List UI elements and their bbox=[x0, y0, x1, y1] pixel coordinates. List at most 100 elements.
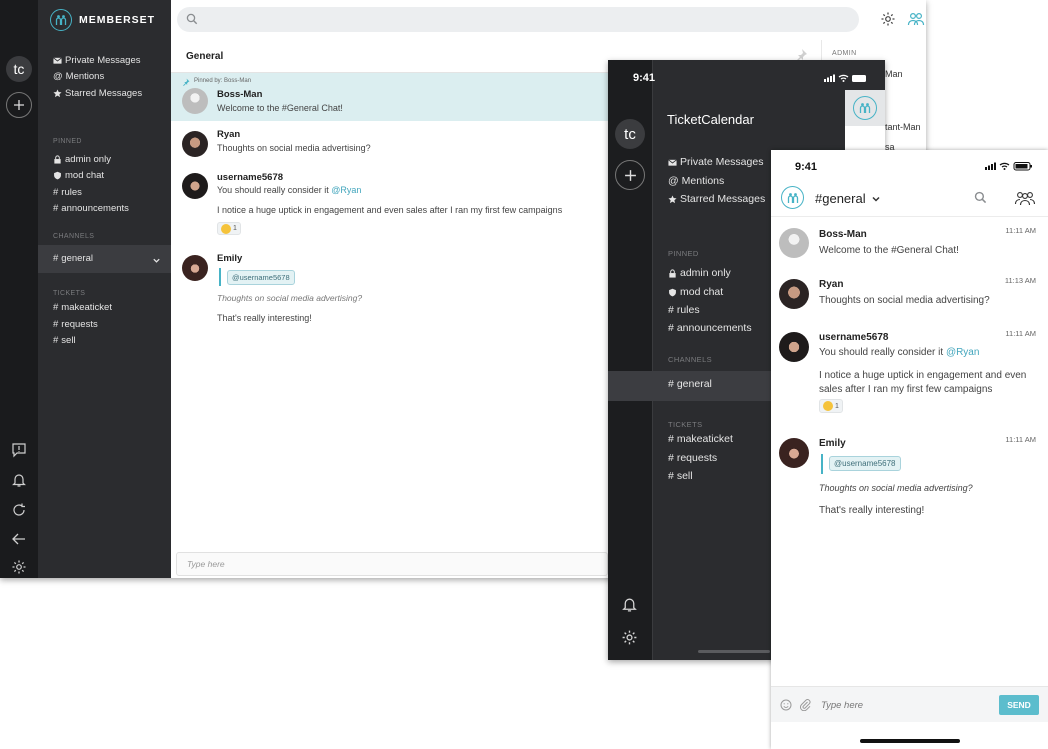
sidebar-item-label: requests bbox=[676, 452, 718, 464]
sidebar-item-mod-chat[interactable]: mod chat bbox=[668, 286, 723, 298]
sidebar-item-label: general bbox=[676, 378, 712, 390]
composer: Type here SEND bbox=[771, 686, 1048, 722]
message-author[interactable]: username5678 bbox=[217, 172, 283, 183]
message-text-part: You should really consider it bbox=[819, 347, 946, 358]
channel-switcher[interactable]: #general bbox=[815, 191, 881, 206]
sidebar-item-admin-only[interactable]: admin only bbox=[668, 267, 731, 279]
mention-link[interactable]: @Ryan bbox=[331, 185, 361, 195]
reaction-badge[interactable]: 1 bbox=[819, 399, 843, 413]
workspace-rail: tc bbox=[608, 60, 652, 660]
settings-button[interactable] bbox=[621, 629, 638, 646]
sidebar-item-label: announcements bbox=[676, 322, 752, 334]
message-author[interactable]: username5678 bbox=[819, 332, 889, 343]
message-author[interactable]: Ryan bbox=[217, 129, 240, 140]
message-text: You should really consider it @Ryan bbox=[217, 185, 361, 195]
sidebar-item-starred-messages[interactable]: Starred Messages bbox=[668, 193, 765, 205]
memberset-logo-icon[interactable] bbox=[781, 186, 804, 209]
member-name[interactable]: Man bbox=[885, 69, 903, 79]
sidebar-item-starred-messages[interactable]: Starred Messages bbox=[53, 88, 142, 99]
avatar[interactable] bbox=[182, 131, 208, 157]
sidebar-item-makeaticket[interactable]: # makeaticket bbox=[668, 433, 733, 445]
message-author[interactable]: Boss-Man bbox=[819, 229, 867, 240]
sidebar-item-sell[interactable]: # sell bbox=[668, 470, 693, 482]
back-button[interactable] bbox=[11, 531, 27, 547]
message-author[interactable]: Boss-Man bbox=[217, 89, 262, 100]
send-button[interactable]: SEND bbox=[999, 695, 1039, 715]
avatar[interactable] bbox=[779, 279, 809, 309]
refresh-button[interactable] bbox=[11, 502, 27, 518]
reaction-badge[interactable]: 1 bbox=[217, 222, 241, 235]
sidebar: MEMBERSET Private Messages @ Mentions St… bbox=[38, 0, 171, 578]
message-text: Welcome to the #General Chat! bbox=[217, 103, 343, 113]
shield-icon bbox=[669, 288, 676, 296]
hash-icon: # bbox=[668, 452, 674, 464]
workspace-badge[interactable]: tc bbox=[615, 119, 645, 149]
message-author[interactable]: Ryan bbox=[819, 279, 843, 290]
message-text-part: You should really consider it bbox=[217, 185, 332, 195]
message-input[interactable]: Type here bbox=[821, 700, 863, 711]
sidebar-item-label: makeaticket bbox=[676, 433, 733, 445]
sidebar-item-label: sell bbox=[61, 335, 76, 346]
add-workspace-button[interactable] bbox=[615, 160, 645, 190]
sidebar-item-makeaticket[interactable]: # makeaticket bbox=[53, 302, 112, 313]
gear-icon[interactable] bbox=[880, 11, 896, 27]
avatar[interactable] bbox=[779, 228, 809, 258]
message-input[interactable]: Type here bbox=[176, 552, 608, 576]
settings-button[interactable] bbox=[11, 559, 27, 575]
sidebar-item-label: announcements bbox=[61, 203, 129, 214]
paperclip-icon[interactable] bbox=[799, 698, 811, 711]
sidebar-item-label: mod chat bbox=[680, 286, 724, 298]
avatar[interactable] bbox=[182, 173, 208, 199]
sidebar-item-announcements[interactable]: # announcements bbox=[53, 203, 129, 214]
search-icon[interactable] bbox=[974, 191, 987, 204]
message-author[interactable]: Emily bbox=[819, 438, 846, 449]
sidebar-item-sell[interactable]: # sell bbox=[53, 335, 76, 346]
hash-icon: # bbox=[668, 433, 674, 445]
hash-icon: # bbox=[668, 304, 674, 316]
memberset-logo-icon bbox=[845, 90, 885, 126]
search-bar[interactable] bbox=[177, 7, 859, 32]
members-icon[interactable] bbox=[907, 11, 925, 27]
avatar[interactable] bbox=[182, 255, 208, 281]
arrow-left-icon bbox=[12, 533, 25, 545]
notifications-button[interactable] bbox=[621, 596, 638, 613]
sidebar-item-general[interactable]: # general bbox=[668, 378, 712, 390]
sidebar-item-private-messages[interactable]: Private Messages bbox=[53, 55, 141, 66]
mention-link[interactable]: @Ryan bbox=[946, 347, 980, 358]
brand: MEMBERSET bbox=[50, 9, 155, 31]
sidebar-item-mentions[interactable]: @ Mentions bbox=[668, 175, 724, 187]
sidebar-item-private-messages[interactable]: Private Messages bbox=[668, 156, 763, 168]
sidebar-item-mentions[interactable]: @ Mentions bbox=[53, 71, 104, 82]
sidebar-item-general[interactable]: # general bbox=[53, 253, 93, 264]
sidebar-item-mod-chat[interactable]: mod chat bbox=[53, 170, 104, 181]
quote-mention-chip[interactable]: @username5678 bbox=[227, 270, 295, 285]
sidebar-item-rules[interactable]: # rules bbox=[53, 187, 82, 198]
sidebar-item-requests[interactable]: # requests bbox=[53, 319, 98, 330]
quote-mention-chip[interactable]: @username5678 bbox=[829, 456, 901, 471]
star-icon bbox=[668, 194, 677, 203]
members-icon[interactable] bbox=[1014, 190, 1036, 206]
sidebar-item-label: admin only bbox=[65, 154, 111, 165]
feedback-button[interactable] bbox=[11, 442, 27, 458]
member-name[interactable]: tant-Man bbox=[885, 122, 921, 132]
add-workspace-button[interactable] bbox=[6, 92, 32, 118]
hash-icon: # bbox=[668, 322, 674, 334]
sidebar-item-admin-only[interactable]: admin only bbox=[53, 154, 111, 165]
search-icon bbox=[186, 13, 198, 25]
emoji-icon[interactable] bbox=[780, 699, 792, 711]
sidebar-item-rules[interactable]: # rules bbox=[668, 304, 700, 316]
sidebar-item-requests[interactable]: # requests bbox=[668, 452, 717, 464]
memberset-logo-icon bbox=[50, 9, 72, 31]
chevron-down-icon[interactable] bbox=[152, 256, 161, 265]
avatar[interactable] bbox=[182, 88, 208, 114]
hash-icon: # bbox=[53, 253, 59, 264]
message-author[interactable]: Emily bbox=[217, 253, 242, 264]
sidebar-item-announcements[interactable]: # announcements bbox=[668, 322, 752, 334]
avatar[interactable] bbox=[779, 332, 809, 362]
notifications-button[interactable] bbox=[11, 472, 27, 488]
thinking-emoji-icon bbox=[823, 401, 833, 411]
avatar[interactable] bbox=[779, 438, 809, 468]
status-time: 9:41 bbox=[795, 161, 818, 173]
plus-icon bbox=[14, 100, 24, 110]
workspace-badge[interactable]: tc bbox=[6, 56, 32, 82]
